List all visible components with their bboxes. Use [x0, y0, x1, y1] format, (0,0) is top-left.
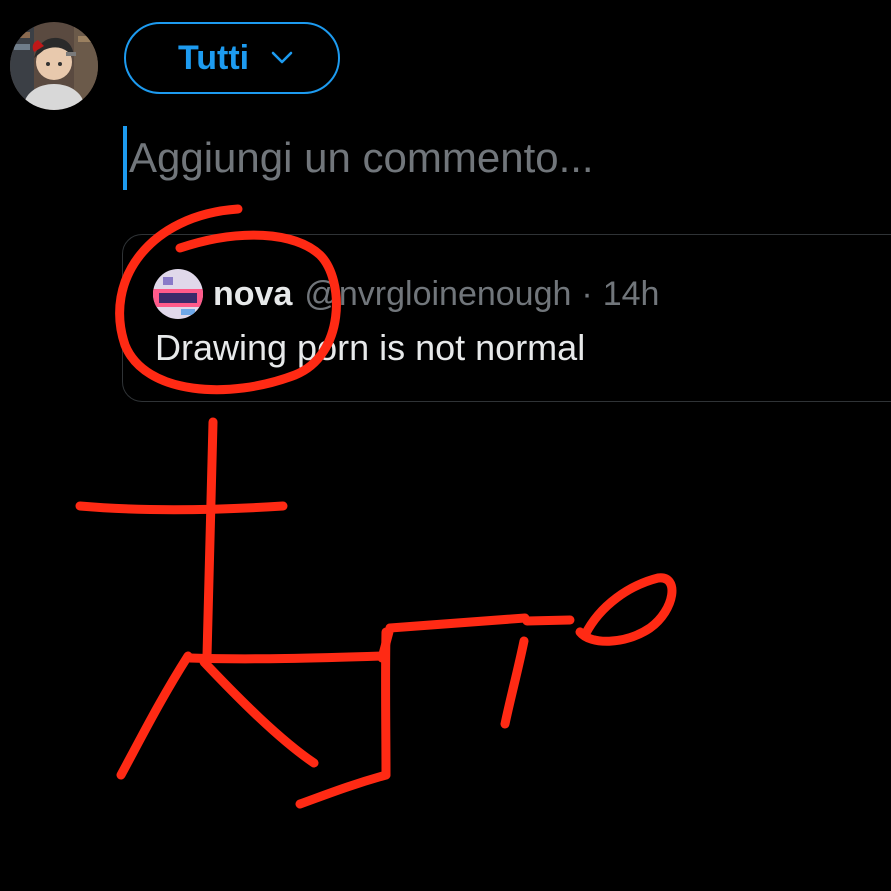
scribble-leg-left	[116, 651, 193, 780]
scribble-arms	[75, 501, 288, 515]
user-avatar-image	[10, 22, 98, 110]
scribble-base	[295, 770, 391, 809]
scribble-step-up	[377, 613, 530, 663]
comment-compose-area[interactable]	[123, 124, 883, 192]
chevron-down-icon	[271, 51, 293, 64]
quoted-tweet-author-handle[interactable]: @nvrgloinenough	[304, 275, 571, 314]
scribble-leg-right	[199, 657, 319, 768]
quoted-tweet-text: Drawing porn is not normal	[155, 327, 586, 368]
quoted-tweet-avatar[interactable]	[153, 269, 203, 319]
user-avatar[interactable]	[10, 22, 98, 110]
scribble-small-stem	[500, 636, 529, 729]
comment-input[interactable]	[129, 124, 869, 192]
quoted-tweet-card[interactable]: nova @nvrgloinenough · 14h Drawing porn …	[122, 234, 891, 402]
audience-selector-button[interactable]: Tutti	[124, 22, 340, 94]
text-cursor	[123, 126, 127, 190]
audience-selector-label: Tutti	[178, 38, 250, 77]
scribble-body	[202, 417, 218, 661]
quoted-tweet-separator: ·	[581, 274, 593, 313]
quoted-tweet-avatar-image	[153, 269, 203, 319]
quoted-tweet-header: nova @nvrgloinenough · 14h	[153, 269, 659, 319]
scribble-small-bar	[522, 615, 575, 626]
scribble-hip-line	[185, 651, 387, 664]
quoted-tweet-author-name[interactable]: nova	[213, 275, 292, 314]
scribble-loop	[575, 573, 677, 646]
quoted-tweet-timestamp[interactable]: 14h	[603, 275, 660, 314]
